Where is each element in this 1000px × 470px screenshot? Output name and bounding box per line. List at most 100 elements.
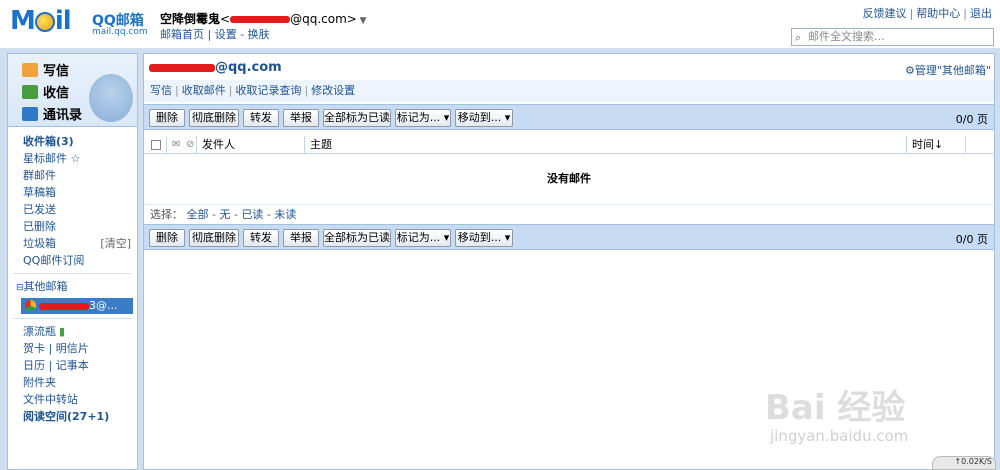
redacted-account bbox=[39, 302, 89, 310]
write-button[interactable]: 写信 bbox=[22, 60, 69, 79]
mark-all-read-button[interactable]: 全部标为已读 bbox=[323, 109, 391, 127]
other-mailbox-toggle[interactable]: ⊟其他邮箱 bbox=[8, 278, 137, 295]
extra-attachments[interactable]: 附件夹 bbox=[8, 374, 137, 391]
delete-button[interactable]: 删除 bbox=[149, 229, 185, 247]
attachment-icon: ⊘ bbox=[186, 139, 195, 150]
folder-deleted[interactable]: 已删除 bbox=[8, 218, 137, 235]
select-read-link[interactable]: 已读 bbox=[241, 208, 263, 221]
contacts-icon bbox=[22, 107, 38, 121]
account-title-suffix: @qq.com bbox=[215, 60, 282, 75]
select-all-link[interactable]: 全部 bbox=[187, 208, 209, 221]
folder-subscriptions[interactable]: QQ邮件订阅 bbox=[8, 252, 137, 269]
account-actions: 写信 | 收取邮件 | 收取记录查询 | 修改设置 bbox=[144, 80, 994, 102]
report-button[interactable]: 举报 bbox=[283, 229, 319, 247]
account-icon bbox=[25, 300, 36, 311]
link-logout[interactable]: 退出 bbox=[970, 7, 992, 20]
spam-label: 垃圾箱 bbox=[23, 237, 56, 250]
drift-bottle-label: 漂流瓶 bbox=[23, 325, 56, 338]
redacted-email bbox=[230, 16, 291, 23]
toolbar-top: 删除 彻底删除 转发 举报 全部标为已读 标记为... ▾ 移动到... ▾ 0… bbox=[144, 104, 994, 130]
folder-drafts[interactable]: 草稿箱 bbox=[8, 184, 137, 201]
other-mailbox-label: 其他邮箱 bbox=[23, 280, 68, 293]
link-mail-home[interactable]: 邮箱首页 bbox=[160, 28, 204, 41]
select-none-link[interactable]: 无 bbox=[219, 208, 230, 221]
folder-starred[interactable]: 星标邮件 ☆ bbox=[8, 150, 137, 167]
search-placeholder: 邮件全文搜索... bbox=[808, 30, 885, 43]
manage-other-mailbox-link[interactable]: ⚙管理"其他邮箱" bbox=[905, 62, 991, 78]
envelope-icon: ✉ bbox=[172, 139, 181, 150]
user-links: 邮箱首页 | 设置 - 换肤 bbox=[160, 28, 270, 41]
mark-all-read-button[interactable]: 全部标为已读 bbox=[323, 229, 391, 247]
divider bbox=[906, 136, 907, 154]
link-feedback[interactable]: 反馈建议 bbox=[863, 7, 907, 20]
receive-button[interactable]: 收信 bbox=[22, 82, 69, 101]
link-fetch-mail[interactable]: 收取邮件 bbox=[182, 84, 226, 97]
divider bbox=[13, 273, 132, 274]
folder-sent[interactable]: 已发送 bbox=[8, 201, 137, 218]
contacts-button[interactable]: 通讯录 bbox=[22, 104, 82, 123]
gear-icon: ⚙ bbox=[905, 64, 915, 77]
link-help[interactable]: 帮助中心 bbox=[916, 7, 960, 20]
manage-label: 管理"其他邮箱" bbox=[914, 64, 991, 77]
user-email-suffix: @qq.com> bbox=[290, 12, 357, 26]
select-unread-link[interactable]: 未读 bbox=[274, 208, 296, 221]
report-button[interactable]: 举报 bbox=[283, 109, 319, 127]
receive-label: 收信 bbox=[43, 86, 70, 101]
mark-as-dropdown[interactable]: 标记为... ▾ bbox=[395, 109, 451, 127]
permanent-delete-button[interactable]: 彻底删除 bbox=[189, 229, 239, 247]
collapse-icon: ⊟ bbox=[16, 283, 24, 293]
link-write[interactable]: 写信 bbox=[150, 84, 172, 97]
divider bbox=[196, 136, 197, 154]
search-icon: ⌕ bbox=[795, 31, 802, 44]
baidu-watermark-url: jingyan.baidu.com bbox=[770, 427, 909, 445]
folder-inbox[interactable]: 收件箱(3) bbox=[8, 133, 137, 150]
move-to-dropdown[interactable]: 移动到... ▾ bbox=[455, 109, 513, 127]
bottle-icon: ▮ bbox=[59, 325, 66, 338]
network-speed-widget: ↑0.02K/S bbox=[932, 456, 996, 470]
clear-spam-link[interactable]: [清空] bbox=[100, 235, 131, 252]
forward-button[interactable]: 转发 bbox=[243, 229, 279, 247]
select-label: 选择： bbox=[150, 208, 183, 221]
toolbar-bottom: 删除 彻底删除 转发 举报 全部标为已读 标记为... ▾ 移动到... ▾ 0… bbox=[144, 224, 994, 250]
extra-calendar[interactable]: 日历 | 记事本 bbox=[8, 357, 137, 374]
link-settings[interactable]: 设置 bbox=[215, 28, 237, 41]
qq-penguin-decoration bbox=[89, 74, 133, 122]
column-sender[interactable]: 发件人 bbox=[202, 136, 235, 153]
extra-cards[interactable]: 贺卡 | 明信片 bbox=[8, 340, 137, 357]
mark-as-dropdown[interactable]: 标记为... ▾ bbox=[395, 229, 451, 247]
divider bbox=[304, 136, 305, 154]
link-modify-settings[interactable]: 修改设置 bbox=[311, 84, 355, 97]
baidu-watermark: Bai 经验 bbox=[765, 388, 906, 428]
link-skin[interactable]: 换肤 bbox=[248, 28, 270, 41]
extra-drift-bottle[interactable]: 漂流瓶 ▮ bbox=[8, 323, 137, 340]
other-account-item[interactable]: 3@... bbox=[21, 298, 133, 314]
folder-list: 收件箱(3) 星标邮件 ☆ 群邮件 草稿箱 已发送 已删除 垃圾箱 [清空] QQ… bbox=[8, 127, 137, 425]
move-to-dropdown[interactable]: 移动到... ▾ bbox=[455, 229, 513, 247]
inbox-download-icon bbox=[22, 85, 38, 99]
folder-group-mail[interactable]: 群邮件 bbox=[8, 167, 137, 184]
sidebar: 写信 收信 通讯录 收件箱(3) 星标邮件 ☆ 群邮件 草稿箱 已发送 已删除 … bbox=[7, 53, 138, 470]
page-info: 0/0 页 bbox=[955, 113, 988, 126]
forward-button[interactable]: 转发 bbox=[243, 109, 279, 127]
divider bbox=[13, 318, 132, 319]
folder-spam[interactable]: 垃圾箱 [清空] bbox=[8, 235, 137, 252]
pencil-icon bbox=[22, 63, 38, 77]
column-subject[interactable]: 主题 bbox=[310, 136, 332, 153]
user-name: 空降倒霉鬼 bbox=[160, 12, 221, 26]
logo-domain: mail.qq.com bbox=[92, 27, 148, 37]
account-suffix: 3@... bbox=[89, 299, 118, 312]
delete-button[interactable]: 删除 bbox=[149, 109, 185, 127]
column-time[interactable]: 时间↓ bbox=[912, 136, 943, 153]
select-all-checkbox[interactable] bbox=[151, 140, 161, 150]
dropdown-arrow-icon[interactable]: ▼ bbox=[357, 16, 367, 26]
qqmail-logo[interactable]: Mil QQ邮箱 mail.qq.com bbox=[10, 8, 150, 40]
extra-reading-space[interactable]: 阅读空间(27+1) bbox=[8, 408, 137, 425]
page-info: 0/0 页 bbox=[955, 233, 988, 246]
starred-label: 星标邮件 ☆ bbox=[23, 152, 81, 165]
search-input[interactable]: ⌕ 邮件全文搜索... bbox=[791, 28, 994, 46]
extra-file-transfer[interactable]: 文件中转站 bbox=[8, 391, 137, 408]
contacts-label: 通讯录 bbox=[43, 108, 83, 123]
empty-message: 没有邮件 bbox=[547, 172, 591, 185]
link-fetch-history[interactable]: 收取记录查询 bbox=[235, 84, 301, 97]
permanent-delete-button[interactable]: 彻底删除 bbox=[189, 109, 239, 127]
